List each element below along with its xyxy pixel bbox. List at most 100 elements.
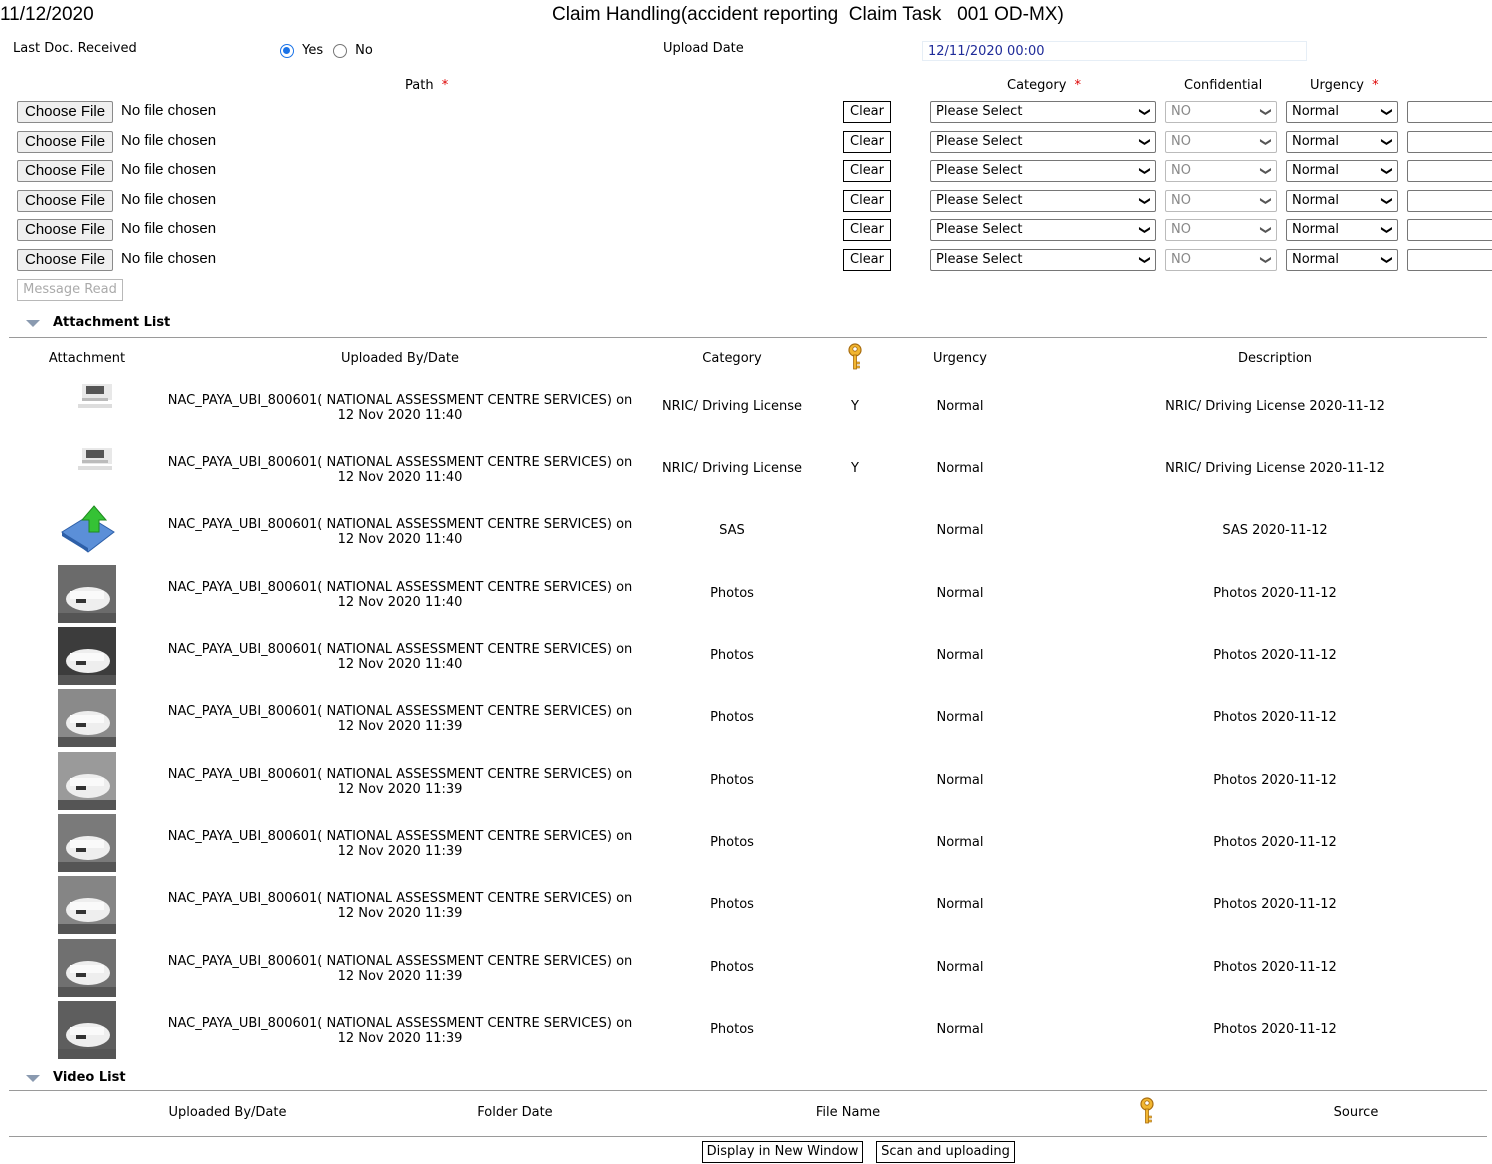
uploaded-by-text: NAC_PAYA_UBI_800601( NATIONAL ASSESSMENT… xyxy=(167,1016,633,1031)
confidential-select[interactable]: NO ❯ xyxy=(1165,190,1277,212)
urgency-select[interactable]: Normal ❯ xyxy=(1286,249,1398,271)
confidential-select[interactable]: NO ❯ xyxy=(1165,160,1277,182)
uploaded-date-text: 12 Nov 2020 11:40 xyxy=(337,532,463,547)
category-select[interactable]: Please Select ❯ xyxy=(930,249,1156,271)
urgency-required-mark: * xyxy=(1372,78,1379,93)
category-cell: SAS xyxy=(719,523,745,538)
uploaded-by-cell: NAC_PAYA_UBI_800601( NATIONAL ASSESSMENT… xyxy=(150,642,650,672)
clear-button[interactable]: Clear xyxy=(843,160,891,182)
chevron-down-icon: ❯ xyxy=(1380,166,1394,176)
attachment-divider xyxy=(9,337,1487,338)
uploaded-by-text: NAC_PAYA_UBI_800601( NATIONAL ASSESSMENT… xyxy=(167,517,633,532)
scan-upload-button[interactable]: Scan and uploading xyxy=(876,1141,1015,1163)
category-select[interactable]: Please Select ❯ xyxy=(930,160,1156,182)
category-select[interactable]: Please Select ❯ xyxy=(930,131,1156,153)
urgency-select-value: Normal xyxy=(1292,193,1340,208)
collapse-video-icon[interactable] xyxy=(26,1075,40,1082)
radio-yes-label: Yes xyxy=(302,43,324,58)
attachment-thumbnail[interactable] xyxy=(58,378,116,436)
uploaded-date-text: 12 Nov 2020 11:39 xyxy=(337,782,463,797)
urgency-select[interactable]: Normal ❯ xyxy=(1286,101,1398,123)
chevron-down-icon: ❯ xyxy=(1259,225,1273,235)
photo-thumbnail[interactable] xyxy=(58,1001,116,1059)
description-input[interactable] xyxy=(1407,160,1492,182)
category-select[interactable]: Please Select ❯ xyxy=(930,190,1156,212)
upload-file-icon[interactable] xyxy=(58,502,116,560)
chevron-down-icon: ❯ xyxy=(1138,225,1152,235)
photo-thumbnail[interactable] xyxy=(58,876,116,934)
chevron-down-icon: ❯ xyxy=(1138,255,1152,265)
description-cell: Photos 2020-11-12 xyxy=(1213,710,1337,725)
photo-thumbnail[interactable] xyxy=(58,565,116,623)
radio-yes-circle[interactable] xyxy=(280,43,294,58)
choose-file-button[interactable]: Choose File xyxy=(17,101,114,123)
attachment-thumbnail[interactable] xyxy=(58,440,116,498)
category-cell: Photos xyxy=(710,586,754,601)
description-input[interactable] xyxy=(1407,101,1492,123)
urgency-select[interactable]: Normal ❯ xyxy=(1286,160,1398,182)
display-new-window-button[interactable]: Display in New Window xyxy=(702,1141,863,1163)
confidential-select[interactable]: NO ❯ xyxy=(1165,249,1277,271)
category-cell: Photos xyxy=(710,835,754,850)
photo-thumbnail[interactable] xyxy=(58,752,116,810)
description-input[interactable] xyxy=(1407,131,1492,153)
attachment-list-title: Attachment List xyxy=(53,315,171,330)
video-col-source: Source xyxy=(1333,1105,1379,1120)
uploaded-date-text: 12 Nov 2020 11:40 xyxy=(337,470,463,485)
uploaded-date-text: 12 Nov 2020 11:39 xyxy=(337,1031,463,1046)
photo-thumbnail[interactable] xyxy=(58,939,116,997)
photo-thumbnail[interactable] xyxy=(58,814,116,872)
clear-button[interactable]: Clear xyxy=(843,131,891,153)
uploaded-by-text: NAC_PAYA_UBI_800601( NATIONAL ASSESSMENT… xyxy=(167,891,633,906)
choose-file-button[interactable]: Choose File xyxy=(17,160,114,182)
uploaded-date-text: 12 Nov 2020 11:39 xyxy=(337,719,463,734)
confidential-select-value: NO xyxy=(1171,163,1191,178)
clear-button[interactable]: Clear xyxy=(843,190,891,212)
clear-button[interactable]: Clear xyxy=(843,219,891,241)
collapse-attachment-icon[interactable] xyxy=(26,320,40,327)
description-cell: NRIC/ Driving License 2020-11-12 xyxy=(1165,399,1385,414)
confidential-select[interactable]: NO ❯ xyxy=(1165,131,1277,153)
video-list-title: Video List xyxy=(53,1070,126,1085)
urgency-select-value: Normal xyxy=(1292,104,1340,119)
radio-yes[interactable]: Yes xyxy=(280,43,323,58)
radio-no[interactable]: No xyxy=(333,43,373,58)
category-label: Category xyxy=(1007,78,1067,93)
chevron-down-icon: ❯ xyxy=(1138,137,1152,147)
no-file-text: No file chosen xyxy=(121,250,217,267)
confidential-select-value: NO xyxy=(1171,134,1191,149)
description-input[interactable] xyxy=(1407,219,1492,241)
photo-thumbnail[interactable] xyxy=(58,627,116,685)
chevron-down-icon: ❯ xyxy=(1259,166,1273,176)
urgency-select[interactable]: Normal ❯ xyxy=(1286,219,1398,241)
chevron-down-icon: ❯ xyxy=(1138,166,1152,176)
confidential-select[interactable]: NO ❯ xyxy=(1165,219,1277,241)
upload-date-field[interactable]: 12/11/2020 00:00 xyxy=(922,41,1307,61)
video-col-uploaded-by: Uploaded By/Date xyxy=(168,1105,287,1120)
confidential-select[interactable]: NO ❯ xyxy=(1165,101,1277,123)
choose-file-button[interactable]: Choose File xyxy=(17,219,114,241)
urgency-select[interactable]: Normal ❯ xyxy=(1286,131,1398,153)
video-divider xyxy=(9,1090,1487,1091)
category-select[interactable]: Please Select ❯ xyxy=(930,219,1156,241)
category-select[interactable]: Please Select ❯ xyxy=(930,101,1156,123)
clear-button[interactable]: Clear xyxy=(843,249,891,271)
radio-no-circle[interactable] xyxy=(333,43,347,58)
choose-file-button[interactable]: Choose File xyxy=(17,131,114,153)
confidential-select-value: NO xyxy=(1171,222,1191,237)
category-select-value: Please Select xyxy=(936,134,1023,149)
key-icon xyxy=(845,343,865,375)
choose-file-button[interactable]: Choose File xyxy=(17,249,114,271)
urgency-select-value: Normal xyxy=(1292,252,1340,267)
description-input[interactable] xyxy=(1407,190,1492,212)
description-input[interactable] xyxy=(1407,249,1492,271)
urgency-select[interactable]: Normal ❯ xyxy=(1286,190,1398,212)
chevron-down-icon: ❯ xyxy=(1380,107,1394,117)
message-read-button[interactable]: Message Read xyxy=(17,279,123,301)
photo-thumbnail[interactable] xyxy=(58,689,116,747)
clear-button[interactable]: Clear xyxy=(843,101,891,123)
description-cell: SAS 2020-11-12 xyxy=(1222,523,1328,538)
description-cell: Photos 2020-11-12 xyxy=(1213,960,1337,975)
choose-file-button[interactable]: Choose File xyxy=(17,190,114,212)
col-attachment: Attachment xyxy=(48,351,126,366)
